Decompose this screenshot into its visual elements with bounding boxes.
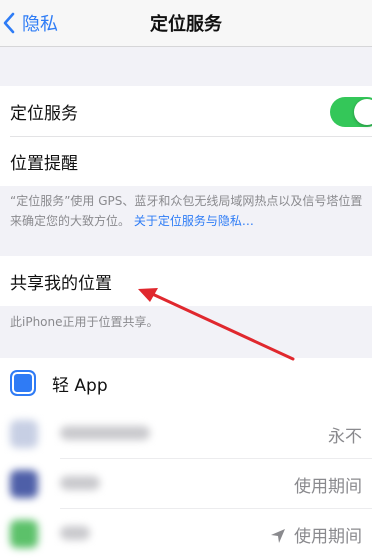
- app-name-blurred: [60, 476, 100, 490]
- app-row[interactable]: 永不: [0, 408, 372, 458]
- location-services-row: 定位服务: [0, 86, 372, 136]
- app-permission-value: 使用期间: [270, 522, 362, 547]
- app-permission-label: 使用期间: [294, 527, 362, 547]
- location-services-toggle[interactable]: [330, 97, 372, 127]
- share-my-location-label: 共享我的位置: [10, 273, 112, 294]
- apps-list: 轻 App 永不 使用期间 使用期间: [0, 358, 372, 558]
- app-permission-value: 使用期间: [294, 477, 362, 497]
- location-services-label: 定位服务: [10, 103, 78, 124]
- app-row[interactable]: 使用期间: [0, 508, 372, 558]
- app-icon: [10, 420, 38, 448]
- app-name-blurred: [60, 526, 90, 540]
- share-my-location-row[interactable]: 共享我的位置: [0, 256, 372, 306]
- app-icon: [10, 470, 38, 498]
- page-title: 定位服务: [150, 14, 222, 35]
- app-row[interactable]: 使用期间: [0, 458, 372, 508]
- app-clip-icon: [10, 370, 36, 396]
- location-settings-group: 定位服务 位置提醒: [0, 86, 372, 186]
- app-row-app-clip[interactable]: 轻 App: [0, 358, 372, 408]
- location-arrow-icon: [271, 529, 285, 543]
- location-footnote: “定位服务”使用 GPS、蓝牙和众包无线局域网热点以及信号塔位置来确定您的大致方…: [10, 191, 368, 231]
- app-name-blurred: [60, 426, 150, 440]
- app-name: 轻 App: [52, 375, 108, 396]
- location-alerts-label: 位置提醒: [10, 153, 78, 174]
- privacy-link[interactable]: 关于定位服务与隐私…: [134, 214, 254, 228]
- toggle-knob: [354, 99, 372, 125]
- navigation-bar: 隐私 定位服务: [0, 0, 372, 47]
- share-footnote: 此iPhone正用于位置共享。: [10, 315, 159, 329]
- location-alerts-row[interactable]: 位置提醒: [0, 136, 372, 186]
- app-permission-value: 永不: [328, 427, 362, 447]
- share-location-group: 共享我的位置: [0, 256, 372, 306]
